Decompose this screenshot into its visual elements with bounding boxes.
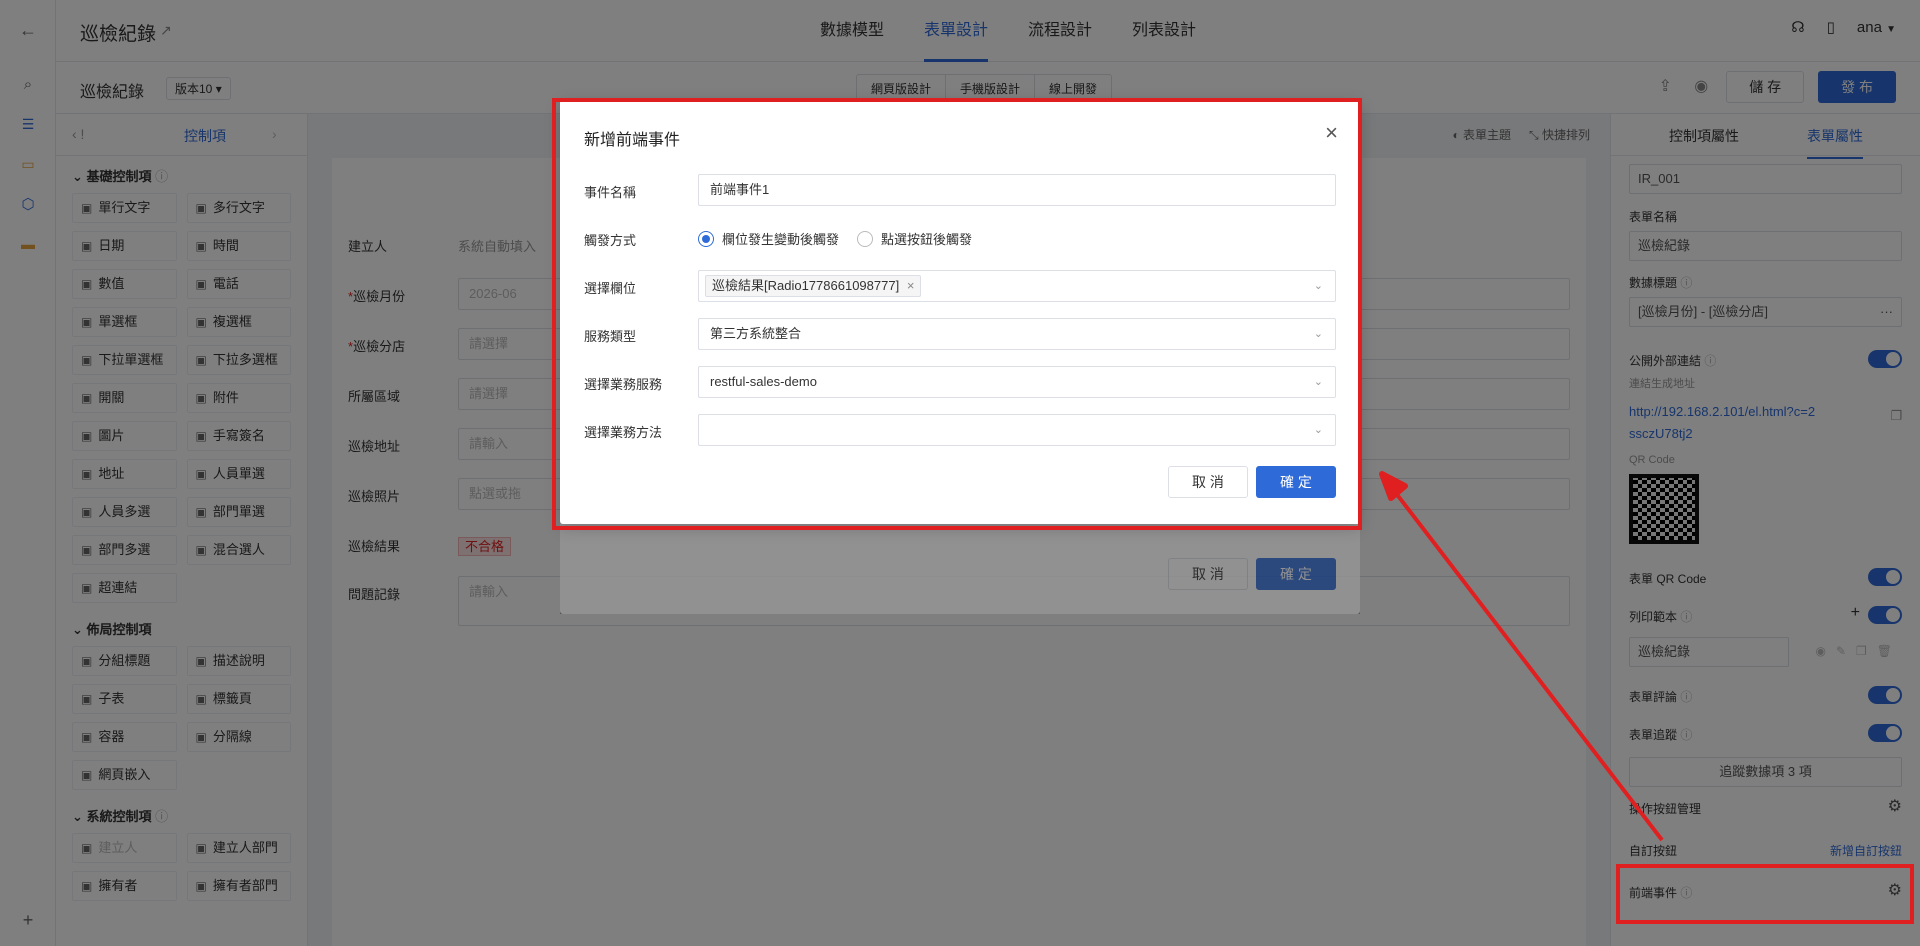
highlight-dialog-box <box>552 98 1362 530</box>
highlight-frontend-event-box <box>1616 864 1914 924</box>
